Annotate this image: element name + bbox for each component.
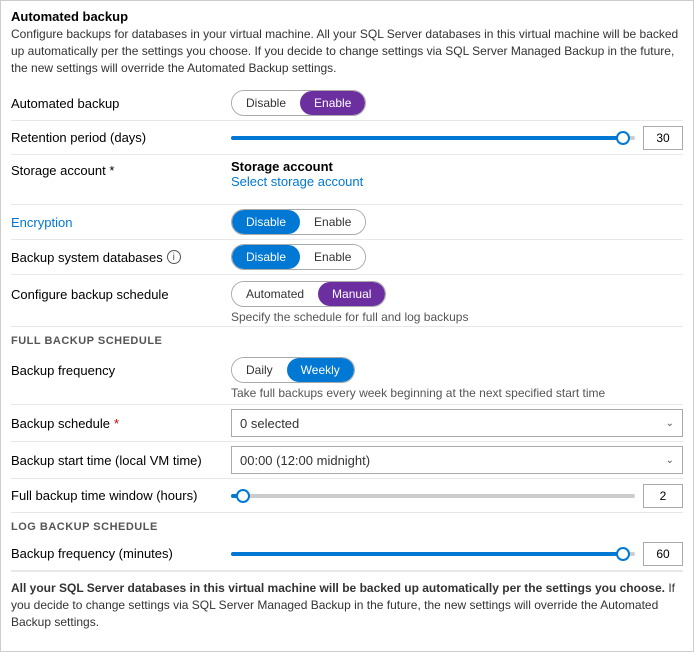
automated-backup-label: Automated backup: [11, 96, 119, 111]
storage-account-heading: Storage account: [231, 159, 683, 174]
automated-backup-disable-btn[interactable]: Disable: [232, 91, 300, 115]
backup-frequency-minutes-thumb[interactable]: [616, 547, 630, 561]
configure-backup-manual-btn[interactable]: Manual: [318, 282, 385, 306]
backup-frequency-info: Take full backups every week beginning a…: [231, 384, 605, 404]
full-backup-time-window-value: 2: [643, 484, 683, 508]
configure-backup-schedule-info: Specify the schedule for full and log ba…: [231, 308, 468, 328]
encryption-label[interactable]: Encryption: [11, 215, 72, 230]
full-backup-time-window-thumb[interactable]: [236, 489, 250, 503]
backup-frequency-minutes-label: Backup frequency (minutes): [11, 546, 173, 561]
log-backup-section-header: LOG BACKUP SCHEDULE: [11, 513, 683, 537]
automated-backup-toggle[interactable]: Disable Enable: [231, 90, 366, 116]
storage-account-label: Storage account: [11, 163, 106, 178]
encryption-disable-btn[interactable]: Disable: [232, 210, 300, 234]
full-backup-time-window-label: Full backup time window (hours): [11, 488, 197, 503]
retention-period-thumb[interactable]: [616, 131, 630, 145]
backup-frequency-minutes-value: 60: [643, 542, 683, 566]
configure-backup-schedule-label: Configure backup schedule: [11, 287, 169, 302]
footer-text: All your SQL Server databases in this vi…: [11, 571, 683, 634]
retention-period-track[interactable]: [231, 136, 635, 140]
backup-frequency-minutes-fill: [231, 552, 623, 556]
backup-start-time-value: 00:00 (12:00 midnight): [240, 453, 370, 468]
backup-frequency-minutes-slider-row: 60: [231, 542, 683, 566]
retention-period-fill: [231, 136, 623, 140]
backup-frequency-minutes-track[interactable]: [231, 552, 635, 556]
backup-frequency-weekly-btn[interactable]: Weekly: [287, 358, 354, 382]
backup-schedule-label: Backup schedule: [11, 416, 110, 431]
backup-system-db-enable-btn[interactable]: Enable: [300, 245, 365, 269]
footer-bold: All your SQL Server databases in this vi…: [11, 581, 665, 595]
retention-period-slider-row: 30: [231, 126, 683, 150]
backup-schedule-dropdown[interactable]: 0 selected ⌄: [231, 409, 683, 437]
backup-frequency-toggle[interactable]: Daily Weekly: [231, 357, 355, 383]
configure-backup-schedule-toggle[interactable]: Automated Manual: [231, 281, 386, 307]
page-description: Configure backups for databases in your …: [11, 26, 683, 76]
backup-frequency-label: Backup frequency: [11, 363, 115, 378]
encryption-enable-btn[interactable]: Enable: [300, 210, 365, 234]
backup-start-time-label: Backup start time (local VM time): [11, 453, 202, 468]
storage-account-section: Storage account Select storage account: [231, 159, 683, 200]
configure-backup-automated-btn[interactable]: Automated: [232, 282, 318, 306]
backup-system-db-info-icon[interactable]: i: [167, 250, 181, 264]
full-backup-time-window-track[interactable]: [231, 494, 635, 498]
select-storage-account-link[interactable]: Select storage account: [231, 174, 363, 189]
backup-schedule-value: 0 selected: [240, 416, 299, 431]
page-title: Automated backup: [11, 9, 683, 24]
full-backup-section-header: FULL BACKUP SCHEDULE: [11, 327, 683, 351]
backup-schedule-chevron-icon: ⌄: [666, 418, 674, 429]
automated-backup-enable-btn[interactable]: Enable: [300, 91, 365, 115]
backup-system-db-disable-btn[interactable]: Disable: [232, 245, 300, 269]
backup-frequency-daily-btn[interactable]: Daily: [232, 358, 287, 382]
backup-system-db-toggle[interactable]: Disable Enable: [231, 244, 366, 270]
retention-period-value: 30: [643, 126, 683, 150]
backup-start-time-dropdown[interactable]: 00:00 (12:00 midnight) ⌄: [231, 446, 683, 474]
retention-period-label: Retention period (days): [11, 130, 146, 145]
storage-account-required: *: [109, 163, 114, 178]
backup-start-time-chevron-icon: ⌄: [666, 455, 674, 466]
backup-system-db-label: Backup system databases: [11, 250, 163, 265]
encryption-toggle[interactable]: Disable Enable: [231, 209, 366, 235]
full-backup-time-window-slider-row: 2: [231, 484, 683, 508]
backup-schedule-required: *: [114, 416, 119, 431]
